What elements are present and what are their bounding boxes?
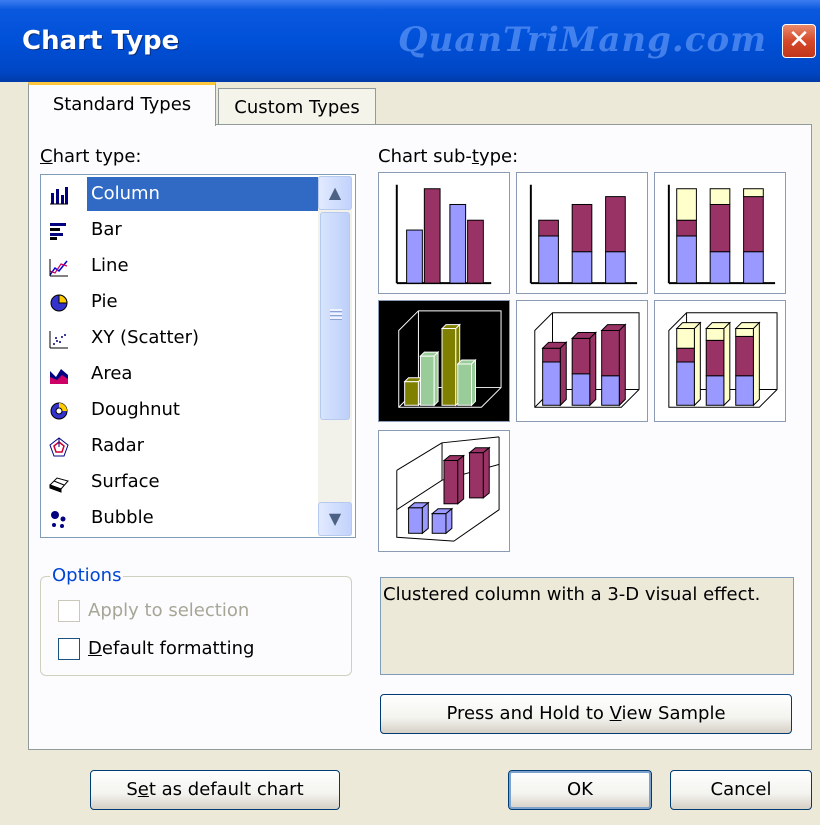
bar-chart-icon xyxy=(50,223,66,240)
close-icon: ✕ xyxy=(788,25,810,55)
list-item-label: Area xyxy=(91,363,133,384)
100-stacked-column-3d-effect-icon xyxy=(668,312,778,408)
list-item-surface[interactable]: Surface xyxy=(45,465,315,499)
cancel-button[interactable]: Cancel xyxy=(670,770,812,810)
list-item-label: Bar xyxy=(91,219,122,240)
chevron-up-icon: ▲ xyxy=(328,183,342,202)
chart-type-listbox[interactable]: Column Bar Line Pie XY (Scatter) Area Do… xyxy=(40,174,356,538)
ok-button[interactable]: OK xyxy=(508,770,652,810)
apply-to-selection-label: Apply to selection xyxy=(88,600,250,621)
apply-to-selection-checkbox[interactable] xyxy=(58,600,80,622)
tab-custom-types[interactable]: Custom Types xyxy=(218,88,376,126)
scatter-chart-icon xyxy=(49,331,68,349)
subtype-stacked-column-3d-effect[interactable] xyxy=(516,300,648,422)
tab-standard-types[interactable]: Standard Types xyxy=(28,82,216,126)
list-item-doughnut[interactable]: Doughnut xyxy=(45,393,315,427)
chart-type-dialog: Chart Type QuanTriMang.com ✕ Standard Ty… xyxy=(0,0,820,825)
options-legend: Options xyxy=(50,565,124,586)
list-item-pie[interactable]: Pie xyxy=(45,285,315,319)
default-formatting-label: Default formatting xyxy=(88,638,255,659)
stacked-column-3d-effect-icon xyxy=(534,312,640,408)
100-stacked-column-icon xyxy=(667,184,776,285)
bubble-chart-icon xyxy=(51,511,66,528)
list-item-line[interactable]: Line xyxy=(45,249,315,283)
list-item-label: Doughnut xyxy=(91,399,180,420)
chart-sub-type-grid xyxy=(378,172,792,558)
doughnut-chart-icon xyxy=(50,402,68,420)
subtype-100-stacked-column[interactable] xyxy=(654,172,786,294)
clustered-column-icon xyxy=(395,184,492,285)
list-item-label: Radar xyxy=(91,435,144,456)
clustered-column-3d-effect-icon xyxy=(398,310,502,408)
column-chart-icon xyxy=(50,187,68,205)
set-as-default-chart-button[interactable]: Set as default chart xyxy=(90,770,340,810)
list-item-label: Pie xyxy=(91,291,118,312)
radar-chart-icon xyxy=(49,437,69,457)
title-bar[interactable]: Chart Type QuanTriMang.com ✕ xyxy=(0,0,820,82)
sub-type-description: Clustered column with a 3-D visual effec… xyxy=(380,577,794,675)
options-group xyxy=(40,576,352,676)
scroll-thumb[interactable] xyxy=(320,212,350,420)
subtype-clustered-column-3d-effect[interactable] xyxy=(378,300,510,422)
area-chart-icon xyxy=(50,369,68,384)
surface-chart-icon xyxy=(49,477,69,493)
list-item-label: Line xyxy=(91,255,129,276)
grip-icon xyxy=(330,309,342,321)
3d-column-icon xyxy=(396,436,500,542)
watermark-logo: QuanTriMang.com xyxy=(398,20,768,60)
line-chart-icon xyxy=(49,259,68,277)
list-item-bar[interactable]: Bar xyxy=(45,213,315,247)
pie-chart-icon xyxy=(50,294,68,312)
list-item-xy-scatter[interactable]: XY (Scatter) xyxy=(45,321,315,355)
press-and-hold-to-view-sample-button[interactable]: Press and Hold to View Sample xyxy=(380,694,792,734)
stacked-column-icon xyxy=(529,184,638,285)
scroll-down-button[interactable]: ▼ xyxy=(318,502,352,536)
close-button[interactable]: ✕ xyxy=(782,24,816,58)
subtype-clustered-column[interactable] xyxy=(378,172,510,294)
list-item-radar[interactable]: Radar xyxy=(45,429,315,463)
subtype-3d-column[interactable] xyxy=(378,430,510,552)
scroll-up-button[interactable]: ▲ xyxy=(318,176,352,210)
list-item-label: XY (Scatter) xyxy=(91,327,200,348)
list-item-label: Bubble xyxy=(91,507,154,528)
list-item-label: Surface xyxy=(91,471,160,492)
chart-type-scrollbar[interactable]: ▲ ▼ xyxy=(318,176,352,536)
default-formatting-checkbox[interactable] xyxy=(58,638,80,660)
chart-type-label: Chart type: xyxy=(40,146,142,167)
list-item-bubble[interactable]: Bubble xyxy=(45,501,315,535)
chevron-down-icon: ▼ xyxy=(328,509,342,528)
dialog-title: Chart Type xyxy=(22,26,180,56)
list-item-label: Column xyxy=(86,176,326,212)
list-item-area[interactable]: Area xyxy=(45,357,315,391)
subtype-100-stacked-column-3d-effect[interactable] xyxy=(654,300,786,422)
list-item-column[interactable]: Column xyxy=(45,176,326,212)
subtype-stacked-column[interactable] xyxy=(516,172,648,294)
chart-sub-type-label: Chart sub-type: xyxy=(378,146,519,167)
